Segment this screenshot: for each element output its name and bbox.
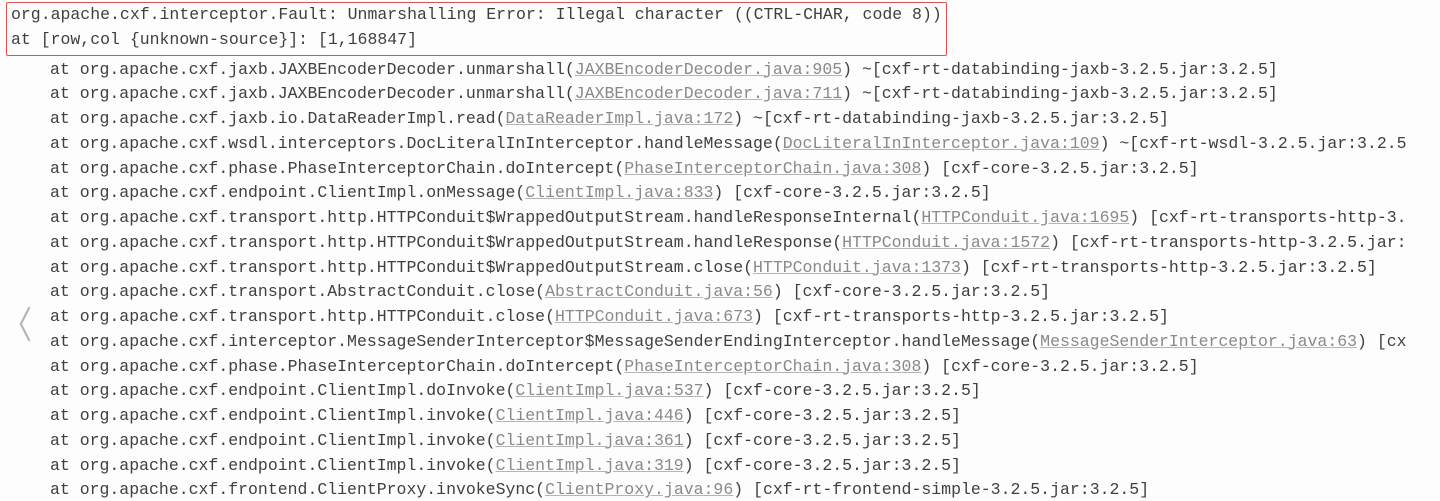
frame-method: at org.apache.cxf.transport.http.HTTPCon… (50, 307, 555, 326)
exception-location: at [row,col {unknown-source}]: [1,168847… (11, 28, 942, 53)
frame-jar: ) ~[cxf-rt-databinding-jaxb-3.2.5.jar:3.… (842, 60, 1278, 79)
frame-method: at org.apache.cxf.wsdl.interceptors.DocL… (50, 134, 783, 153)
frame-jar: ) [cxf-core-3.2.5.jar:3.2.5] (684, 406, 961, 425)
frame-jar: ) [cxf-core-3.2.5.jar:3.2.5] (704, 381, 981, 400)
frame-jar: ) ~[cxf-rt-databinding-jaxb-3.2.5.jar:3.… (733, 109, 1169, 128)
frame-jar: ) ~[cxf-rt-databinding-jaxb-3.2.5.jar:3.… (842, 84, 1278, 103)
stack-frames: at org.apache.cxf.jaxb.JAXBEncoderDecode… (6, 58, 1440, 501)
frame-method: at org.apache.cxf.endpoint.ClientImpl.in… (50, 456, 496, 475)
frame-method: at org.apache.cxf.endpoint.ClientImpl.on… (50, 183, 525, 202)
frame-source-link[interactable]: ClientImpl.java:537 (515, 381, 703, 400)
frame-jar: ) [cxf-core-3.2.5.jar:3.2.5] (773, 282, 1050, 301)
frame-source-link[interactable]: HTTPConduit.java:1373 (753, 258, 961, 277)
frame-method: at org.apache.cxf.endpoint.ClientImpl.in… (50, 406, 496, 425)
frame-source-link[interactable]: HTTPConduit.java:673 (555, 307, 753, 326)
frame-method: at org.apache.cxf.endpoint.ClientImpl.do… (50, 381, 515, 400)
stack-frame: at org.apache.cxf.jaxb.JAXBEncoderDecode… (6, 58, 1440, 83)
frame-source-link[interactable]: MessageSenderInterceptor.java:63 (1040, 332, 1357, 351)
stack-frame: at org.apache.cxf.endpoint.ClientImpl.on… (6, 181, 1440, 206)
frame-source-link[interactable]: JAXBEncoderDecoder.java:905 (575, 60, 842, 79)
frame-jar: ) [cxf-rt-transports-http-3.2.5.jar:3.2.… (961, 258, 1377, 277)
stack-frame: at org.apache.cxf.endpoint.ClientImpl.in… (6, 454, 1440, 479)
stack-frame: at org.apache.cxf.transport.http.HTTPCon… (6, 305, 1440, 330)
exception-message: org.apache.cxf.interceptor.Fault: Unmars… (11, 3, 942, 28)
frame-jar: ) [cxf-core-3.2.5.jar:3.2.5] (684, 431, 961, 450)
stack-frame: at org.apache.cxf.endpoint.ClientImpl.in… (6, 404, 1440, 429)
frame-method: at org.apache.cxf.jaxb.JAXBEncoderDecode… (50, 84, 575, 103)
frame-source-link[interactable]: PhaseInterceptorChain.java:308 (624, 159, 921, 178)
stack-frame: at org.apache.cxf.endpoint.ClientImpl.do… (6, 379, 1440, 404)
frame-method: at org.apache.cxf.jaxb.io.DataReaderImpl… (50, 109, 505, 128)
frame-jar: ) [cx (1357, 332, 1407, 351)
stack-frame: at org.apache.cxf.interceptor.MessageSen… (6, 330, 1440, 355)
frame-jar: ) [cxf-rt-transports-http-3.2.5.jar: (1050, 233, 1406, 252)
frame-jar: ) [cxf-rt-transports-http-3.2.5.jar:3.2.… (753, 307, 1169, 326)
frame-method: at org.apache.cxf.transport.AbstractCond… (50, 282, 545, 301)
frame-source-link[interactable]: ClientImpl.java:361 (496, 431, 684, 450)
stack-frame: at org.apache.cxf.phase.PhaseInterceptor… (6, 157, 1440, 182)
frame-method: at org.apache.cxf.interceptor.MessageSen… (50, 332, 1040, 351)
frame-jar: ) ~[cxf-rt-wsdl-3.2.5.jar:3.2.5 (1100, 134, 1407, 153)
frame-source-link[interactable]: ClientImpl.java:446 (496, 406, 684, 425)
exception-header: org.apache.cxf.interceptor.Fault: Unmars… (6, 2, 947, 56)
frame-source-link[interactable]: ClientImpl.java:319 (496, 456, 684, 475)
frame-source-link[interactable]: HTTPConduit.java:1572 (842, 233, 1050, 252)
frame-method: at org.apache.cxf.jaxb.JAXBEncoderDecode… (50, 60, 575, 79)
frame-method: at org.apache.cxf.transport.http.HTTPCon… (50, 233, 842, 252)
stack-frame: at org.apache.cxf.phase.PhaseInterceptor… (6, 355, 1440, 380)
frame-source-link[interactable]: DataReaderImpl.java:172 (505, 109, 733, 128)
frame-method: at org.apache.cxf.transport.http.HTTPCon… (50, 258, 753, 277)
frame-source-link[interactable]: HTTPConduit.java:1695 (921, 208, 1129, 227)
frame-method: at org.apache.cxf.frontend.ClientProxy.i… (50, 480, 545, 499)
stack-frame: at org.apache.cxf.transport.http.HTTPCon… (6, 256, 1440, 281)
frame-jar: ) [cxf-core-3.2.5.jar:3.2.5] (921, 357, 1198, 376)
stack-frame: at org.apache.cxf.jaxb.JAXBEncoderDecode… (6, 82, 1440, 107)
stack-frame: at org.apache.cxf.wsdl.interceptors.DocL… (6, 132, 1440, 157)
prev-arrow-icon[interactable]: 〈 (2, 302, 32, 358)
frame-source-link[interactable]: ClientProxy.java:96 (545, 480, 733, 499)
frame-jar: ) [cxf-core-3.2.5.jar:3.2.5] (684, 456, 961, 475)
stack-frame: at org.apache.cxf.transport.AbstractCond… (6, 280, 1440, 305)
frame-source-link[interactable]: JAXBEncoderDecoder.java:711 (575, 84, 842, 103)
stack-frame: at org.apache.cxf.transport.http.HTTPCon… (6, 231, 1440, 256)
frame-jar: ) [cxf-core-3.2.5.jar:3.2.5] (713, 183, 990, 202)
frame-source-link[interactable]: PhaseInterceptorChain.java:308 (624, 357, 921, 376)
frame-jar: ) [cxf-rt-frontend-simple-3.2.5.jar:3.2.… (733, 480, 1149, 499)
frame-source-link[interactable]: AbstractConduit.java:56 (545, 282, 773, 301)
frame-method: at org.apache.cxf.endpoint.ClientImpl.in… (50, 431, 496, 450)
frame-method: at org.apache.cxf.phase.PhaseInterceptor… (50, 159, 624, 178)
frame-jar: ) [cxf-core-3.2.5.jar:3.2.5] (921, 159, 1198, 178)
frame-source-link[interactable]: ClientImpl.java:833 (525, 183, 713, 202)
stack-frame: at org.apache.cxf.transport.http.HTTPCon… (6, 206, 1440, 231)
frame-jar: ) [cxf-rt-transports-http-3. (1129, 208, 1406, 227)
stack-frame: at org.apache.cxf.jaxb.io.DataReaderImpl… (6, 107, 1440, 132)
frame-method: at org.apache.cxf.phase.PhaseInterceptor… (50, 357, 624, 376)
frame-source-link[interactable]: DocLiteralInInterceptor.java:109 (783, 134, 1100, 153)
stack-frame: at org.apache.cxf.endpoint.ClientImpl.in… (6, 429, 1440, 454)
stacktrace-panel: 〈 org.apache.cxf.interceptor.Fault: Unma… (0, 0, 1440, 501)
stack-frame: at org.apache.cxf.frontend.ClientProxy.i… (6, 478, 1440, 501)
frame-method: at org.apache.cxf.transport.http.HTTPCon… (50, 208, 921, 227)
